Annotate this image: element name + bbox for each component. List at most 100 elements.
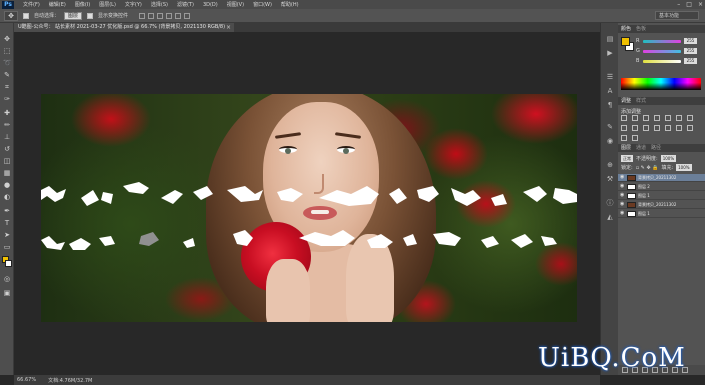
- exposure-icon[interactable]: [654, 115, 660, 121]
- levels-icon[interactable]: [632, 115, 638, 121]
- slider-g-track[interactable]: [643, 49, 681, 53]
- menu-help[interactable]: 帮助(H): [281, 1, 299, 8]
- tab-styles[interactable]: 样式: [636, 97, 646, 105]
- auto-select-dropdown[interactable]: 图层: [64, 11, 83, 20]
- background-color-swatch[interactable]: [5, 260, 12, 267]
- brush-tool-icon[interactable]: ✏: [3, 121, 11, 129]
- visibility-eye-icon[interactable]: ◉: [620, 193, 625, 198]
- visibility-eye-icon[interactable]: ◉: [620, 175, 625, 180]
- tab-paths[interactable]: 路径: [651, 144, 661, 152]
- close-document-icon[interactable]: ×: [226, 23, 231, 32]
- menu-select[interactable]: 选择(S): [151, 1, 168, 8]
- menu-file[interactable]: 文件(F): [23, 1, 40, 8]
- menu-image[interactable]: 图像(I): [75, 1, 90, 8]
- screen-mode-icon[interactable]: ▣: [3, 289, 11, 297]
- color-lookup-icon[interactable]: [654, 125, 660, 131]
- path-select-tool-icon[interactable]: ➤: [3, 231, 11, 239]
- layer-row[interactable]: ◉ 图层 1: [618, 192, 705, 200]
- tab-adjustments[interactable]: 调整: [621, 97, 631, 105]
- color-balance-icon[interactable]: [687, 115, 693, 121]
- panel-foreground-swatch[interactable]: [621, 37, 630, 46]
- menu-filter[interactable]: 滤镜(T): [177, 1, 194, 8]
- curves-icon[interactable]: [643, 115, 649, 121]
- move-tool-icon[interactable]: ✥: [3, 35, 11, 43]
- document-tab[interactable]: U酷图-公众号： 站长素材 2021-03-27 优化版.psd @ 66.7%…: [14, 23, 234, 32]
- brush-panel-icon[interactable]: ✎: [606, 123, 614, 131]
- properties-panel-icon[interactable]: ☰: [606, 73, 614, 81]
- opacity-field[interactable]: 100%: [660, 155, 677, 162]
- slider-b-value[interactable]: 255: [684, 58, 697, 64]
- align-bottom-icon[interactable]: [157, 12, 164, 19]
- gradient-map-icon[interactable]: [621, 135, 627, 141]
- menu-type[interactable]: 文字(Y): [125, 1, 142, 8]
- blur-tool-icon[interactable]: ●: [3, 181, 11, 189]
- blend-mode-dropdown[interactable]: 正常: [621, 155, 633, 162]
- menu-edit[interactable]: 编辑(E): [49, 1, 66, 8]
- quick-select-tool-icon[interactable]: ✎: [3, 71, 11, 79]
- navigator-panel-icon[interactable]: ◭: [606, 213, 614, 221]
- minimize-button[interactable]: –: [677, 1, 680, 8]
- tab-layers[interactable]: 图层: [621, 144, 631, 152]
- maximize-button[interactable]: □: [686, 1, 692, 8]
- type-tool-icon[interactable]: T: [3, 219, 11, 227]
- vibrance-icon[interactable]: [665, 115, 671, 121]
- tab-channels[interactable]: 通道: [636, 144, 646, 152]
- pen-tool-icon[interactable]: ✒: [3, 207, 11, 215]
- canvas-image[interactable]: [41, 94, 577, 322]
- slider-r-track[interactable]: [643, 39, 681, 43]
- brush-presets-icon[interactable]: ◉: [606, 137, 614, 145]
- character-panel-icon[interactable]: A: [606, 87, 614, 95]
- shape-tool-icon[interactable]: ▭: [3, 243, 11, 251]
- healing-brush-tool-icon[interactable]: ✚: [3, 109, 11, 117]
- slider-r-value[interactable]: 255: [684, 38, 697, 44]
- channel-mixer-icon[interactable]: [643, 125, 649, 131]
- layer-row[interactable]: ◉ 背景拷贝_20211302: [618, 201, 705, 209]
- photo-filter-icon[interactable]: [632, 125, 638, 131]
- align-left-icon[interactable]: [166, 12, 173, 19]
- layer-row[interactable]: ◉ 图层 1: [618, 210, 705, 218]
- menu-layer[interactable]: 图层(L): [99, 1, 116, 8]
- history-panel-icon[interactable]: ▤: [606, 35, 614, 43]
- tab-swatches[interactable]: 色板: [636, 25, 646, 33]
- align-right-icon[interactable]: [184, 12, 191, 19]
- visibility-eye-icon[interactable]: ◉: [620, 184, 625, 189]
- lock-icons[interactable]: ▫ ✎ ✥ 🔒: [636, 165, 659, 171]
- actions-panel-icon[interactable]: ▶: [606, 49, 614, 57]
- align-center-icon[interactable]: [175, 12, 182, 19]
- invert-icon[interactable]: [665, 125, 671, 131]
- move-tool-preset-icon[interactable]: ✥: [4, 10, 18, 21]
- eyedropper-tool-icon[interactable]: ✑: [3, 95, 11, 103]
- menu-view[interactable]: 视图(V): [227, 1, 244, 8]
- layer-row[interactable]: ◉ 图层 2: [618, 183, 705, 191]
- tab-color[interactable]: 颜色: [621, 25, 631, 33]
- close-window-button[interactable]: ×: [698, 1, 703, 8]
- marquee-tool-icon[interactable]: ⬚: [3, 47, 11, 55]
- brightness-icon[interactable]: [621, 115, 627, 121]
- selective-color-icon[interactable]: [632, 135, 638, 141]
- tool-presets-icon[interactable]: ⚒: [606, 175, 614, 183]
- paragraph-panel-icon[interactable]: ¶: [606, 101, 614, 109]
- threshold-icon[interactable]: [687, 125, 693, 131]
- slider-b-track[interactable]: [643, 59, 681, 63]
- eraser-tool-icon[interactable]: ◫: [3, 157, 11, 165]
- black-white-icon[interactable]: [621, 125, 627, 131]
- dodge-tool-icon[interactable]: ◐: [3, 193, 11, 201]
- clone-stamp-tool-icon[interactable]: ⊥: [3, 133, 11, 141]
- slider-g-value[interactable]: 255: [684, 48, 697, 54]
- fill-field[interactable]: 100%: [676, 164, 692, 171]
- posterize-icon[interactable]: [676, 125, 682, 131]
- layer-row[interactable]: ◉ 背景拷贝_20211302: [618, 174, 705, 182]
- hue-saturation-icon[interactable]: [676, 115, 682, 121]
- visibility-eye-icon[interactable]: ◉: [620, 202, 625, 207]
- zoom-level[interactable]: 66.67%: [17, 377, 36, 383]
- show-transform-checkbox[interactable]: [87, 12, 94, 19]
- menu-window[interactable]: 窗口(W): [253, 1, 272, 8]
- workspace-dropdown[interactable]: 基本功能: [655, 11, 699, 20]
- align-top-icon[interactable]: [139, 12, 146, 19]
- crop-tool-icon[interactable]: ⌗: [3, 83, 11, 91]
- clone-source-icon[interactable]: ⊕: [606, 161, 614, 169]
- align-middle-icon[interactable]: [148, 12, 155, 19]
- quick-mask-icon[interactable]: ◎: [3, 275, 11, 283]
- menu-3d[interactable]: 3D(D): [203, 2, 218, 8]
- history-brush-tool-icon[interactable]: ↺: [3, 145, 11, 153]
